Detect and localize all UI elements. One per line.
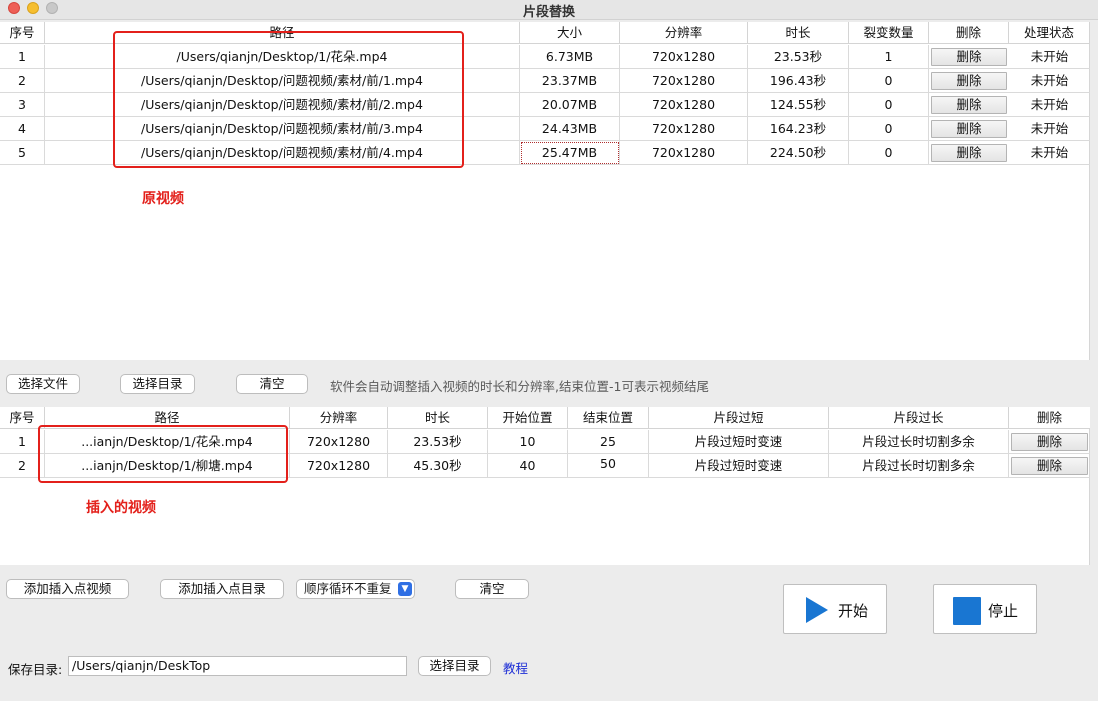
col-header-delete: 删除 xyxy=(929,22,1009,44)
adjust-hint-text: 软件会自动调整插入视频的时长和分辨率,结束位置-1可表示视频结尾 xyxy=(330,379,709,394)
cell-resolution: 720x1280 xyxy=(620,141,748,165)
add-insert-video-button[interactable]: 添加插入点视频 xyxy=(6,579,129,599)
cell-too-long[interactable]: 片段过长时切割多余 xyxy=(829,454,1009,478)
original-video-highlight xyxy=(113,31,464,168)
col-header-too-short: 片段过短 xyxy=(649,407,829,429)
cell-start[interactable]: 10 xyxy=(488,430,568,454)
cell-status: 未开始 xyxy=(1030,97,1069,112)
cell-size: 20.07MB xyxy=(520,93,620,117)
col-header-size: 大小 xyxy=(520,22,620,44)
cell-index: 5 xyxy=(0,141,45,165)
delete-row-button[interactable]: 删除 xyxy=(931,96,1007,114)
cell-count: 1 xyxy=(849,45,929,69)
title-bar: 片段替换 xyxy=(0,0,1098,20)
cell-status: 未开始 xyxy=(1030,73,1069,88)
cell-resolution: 720x1280 xyxy=(620,117,748,141)
save-directory-label: 保存目录: xyxy=(8,662,63,677)
cell-size: 6.73MB xyxy=(520,45,620,69)
delete-insert-row-button[interactable]: 删除 xyxy=(1011,457,1088,475)
stop-button-label: 停止 xyxy=(988,602,1019,620)
cell-end[interactable]: 50 xyxy=(568,454,649,478)
col-header-end: 结束位置 xyxy=(568,407,649,429)
cell-duration: 23.53秒 xyxy=(388,430,488,454)
cell-count: 0 xyxy=(849,141,929,165)
select-file-button[interactable]: 选择文件 xyxy=(6,374,80,394)
save-select-directory-button[interactable]: 选择目录 xyxy=(418,656,491,676)
cell-resolution: 720x1280 xyxy=(620,93,748,117)
select-directory-button[interactable]: 选择目录 xyxy=(120,374,195,394)
cell-duration: 23.53秒 xyxy=(748,45,849,69)
insert-video-annotation: 插入的视频 xyxy=(86,500,156,516)
col-header-delete: 删除 xyxy=(1036,410,1062,425)
col-header-status: 处理状态 xyxy=(1009,22,1090,44)
cell-index: 3 xyxy=(0,93,45,117)
delete-row-button[interactable]: 删除 xyxy=(931,72,1007,90)
save-directory-field[interactable]: /Users/qianjn/DeskTop xyxy=(68,656,407,676)
cell-duration: 124.55秒 xyxy=(748,93,849,117)
window-title: 片段替换 xyxy=(522,5,575,20)
clear-original-button[interactable]: 清空 xyxy=(236,374,308,394)
cell-resolution: 720x1280 xyxy=(290,430,388,454)
start-button[interactable]: 开始 xyxy=(783,584,887,634)
cell-count: 0 xyxy=(849,93,929,117)
cell-status: 未开始 xyxy=(1030,49,1069,64)
cell-duration: 196.43秒 xyxy=(748,69,849,93)
cell-count: 0 xyxy=(849,69,929,93)
clear-insert-button[interactable]: 清空 xyxy=(455,579,529,599)
delete-insert-row-button[interactable]: 删除 xyxy=(1011,433,1088,451)
cell-status: 未开始 xyxy=(1030,145,1069,160)
tutorial-link[interactable]: 教程 xyxy=(503,658,528,677)
cell-duration: 45.30秒 xyxy=(388,454,488,478)
cell-duration: 224.50秒 xyxy=(748,141,849,165)
cell-count: 0 xyxy=(849,117,929,141)
cell-too-short[interactable]: 片段过短时变速 xyxy=(649,430,829,454)
col-header-resolution: 分辨率 xyxy=(620,22,748,44)
cell-resolution: 720x1280 xyxy=(620,45,748,69)
insert-video-highlight xyxy=(38,425,288,483)
col-header-index: 序号 xyxy=(0,22,45,44)
cell-size[interactable]: 25.47MB xyxy=(520,141,620,165)
start-button-label: 开始 xyxy=(838,602,869,620)
order-mode-value: 顺序循环不重复 xyxy=(304,581,392,596)
cell-resolution: 720x1280 xyxy=(620,69,748,93)
cell-duration: 164.23秒 xyxy=(748,117,849,141)
add-insert-directory-button[interactable]: 添加插入点目录 xyxy=(160,579,284,599)
stop-button[interactable]: 停止 xyxy=(933,584,1037,634)
cell-too-long[interactable]: 片段过长时切割多余 xyxy=(829,430,1009,454)
cell-index: 1 xyxy=(0,45,45,69)
cell-size: 24.43MB xyxy=(520,117,620,141)
col-header-duration: 时长 xyxy=(388,407,488,429)
delete-row-button[interactable]: 删除 xyxy=(931,120,1007,138)
col-header-count: 裂变数量 xyxy=(849,22,929,44)
col-header-start: 开始位置 xyxy=(488,407,568,429)
cell-index: 4 xyxy=(0,117,45,141)
cell-end[interactable]: 25 xyxy=(568,430,649,454)
col-header-duration: 时长 xyxy=(748,22,849,44)
col-header-resolution: 分辨率 xyxy=(290,407,388,429)
original-video-annotation: 原视频 xyxy=(142,191,184,207)
play-icon xyxy=(806,597,828,623)
order-mode-select[interactable]: 顺序循环不重复 ▼ xyxy=(296,579,415,599)
col-header-too-long: 片段过长 xyxy=(829,407,1009,429)
delete-row-button[interactable]: 删除 xyxy=(931,144,1007,162)
chevron-down-icon: ▼ xyxy=(398,582,412,596)
app-window: 片段替换 序号 路径 大小 分辨率 时长 裂变数量 删除 处理状态 1 /Use… xyxy=(0,0,1098,701)
stop-icon xyxy=(953,597,981,625)
cell-size: 23.37MB xyxy=(520,69,620,93)
cell-too-short[interactable]: 片段过短时变速 xyxy=(649,454,829,478)
cell-status: 未开始 xyxy=(1030,121,1069,136)
delete-row-button[interactable]: 删除 xyxy=(931,48,1007,66)
cell-resolution: 720x1280 xyxy=(290,454,388,478)
cell-start[interactable]: 40 xyxy=(488,454,568,478)
cell-index: 2 xyxy=(0,69,45,93)
